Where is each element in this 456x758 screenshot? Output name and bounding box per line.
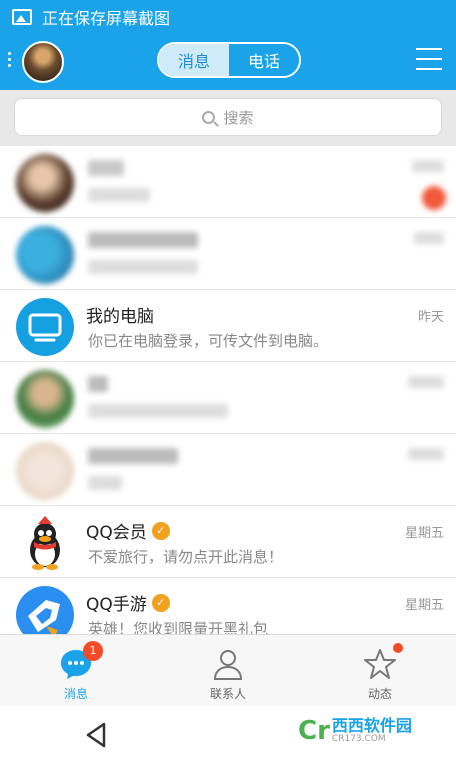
- watermark-text: 西西软件园: [331, 715, 412, 735]
- person-icon: [211, 647, 245, 681]
- new-activity-dot: [393, 643, 403, 653]
- message-time: 星期五: [404, 598, 444, 613]
- conversation-row[interactable]: [0, 362, 456, 434]
- contact-name-text: QQ手游: [86, 595, 147, 615]
- my-avatar[interactable]: [22, 41, 64, 83]
- watermark-sub: CR173.COM: [331, 733, 386, 744]
- contact-name: QQ手游 ✓: [86, 590, 170, 615]
- tab-feeds[interactable]: 动态: [304, 635, 456, 706]
- chat-bubble-icon: 1: [59, 641, 103, 681]
- tab-switcher: 消息 电话: [157, 42, 301, 78]
- qq-penguin-avatar: [16, 514, 74, 572]
- qq-games-avatar: [16, 586, 74, 634]
- monitor-icon: [28, 313, 62, 342]
- tab-label: 消息: [63, 687, 88, 701]
- conversation-row[interactable]: [0, 146, 456, 218]
- bottom-tab-bar: 1 消息 联系人 动态: [0, 634, 456, 706]
- unread-badge: [422, 186, 446, 210]
- contact-avatar: [16, 298, 74, 356]
- hamburger-icon[interactable]: [416, 48, 442, 70]
- tab-label: 动态: [367, 687, 392, 701]
- contact-name: QQ会员 ✓: [86, 518, 170, 543]
- search-input[interactable]: 搜索: [14, 98, 442, 136]
- system-nav-bar: Cr 西西软件园 CR173.COM: [0, 706, 456, 758]
- conversation-row[interactable]: [0, 218, 456, 290]
- image-icon: [12, 9, 32, 25]
- conversation-row-qq-vip[interactable]: QQ会员 ✓ 不爱旅行，请勿点开此消息！ 星期五: [0, 506, 456, 578]
- tab-calls[interactable]: 电话: [229, 44, 299, 76]
- status-text: 正在保存屏幕截图: [42, 9, 171, 28]
- contact-avatar: [16, 226, 74, 284]
- search-area: 搜索: [0, 90, 456, 146]
- contact-avatar: [16, 370, 74, 428]
- watermark-logo: Cr 西西软件园 CR173.COM: [298, 715, 412, 746]
- last-message: 英雄！您收到限量开黑礼包: [88, 620, 269, 634]
- conversation-list: 我的电脑 你已在电脑登录，可传文件到电脑。 昨天 QQ会员 ✓ 不爱旅行，请勿点…: [0, 146, 456, 634]
- conversation-row-my-computer[interactable]: 我的电脑 你已在电脑登录，可传文件到电脑。 昨天: [0, 290, 456, 362]
- contact-name: 我的电脑: [86, 307, 154, 327]
- verified-badge-icon: ✓: [151, 521, 170, 540]
- back-icon[interactable]: [84, 722, 108, 748]
- verified-badge-icon: ✓: [151, 593, 170, 612]
- contact-name-text: QQ会员: [86, 523, 147, 543]
- contact-avatar: [16, 154, 74, 212]
- tab-contacts[interactable]: 联系人: [152, 635, 304, 706]
- tab-messages-bottom[interactable]: 1 消息: [0, 635, 152, 706]
- unread-count-badge: 1: [83, 641, 103, 661]
- search-icon: [202, 110, 216, 124]
- top-header: 消息 电话: [0, 34, 456, 90]
- conversation-row[interactable]: [0, 434, 456, 506]
- tab-label: 联系人: [209, 687, 246, 701]
- contact-avatar: [16, 442, 74, 500]
- last-message: 你已在电脑登录，可传文件到电脑。: [88, 332, 329, 350]
- last-message: 不爱旅行，请勿点开此消息！: [88, 548, 284, 566]
- message-time: 昨天: [417, 310, 444, 325]
- status-bar: 正在保存屏幕截图: [0, 0, 456, 34]
- tab-messages[interactable]: 消息: [159, 44, 229, 76]
- message-time: 星期五: [404, 526, 444, 541]
- drawer-indicator-icon: [8, 52, 12, 67]
- search-placeholder: 搜索: [223, 108, 254, 127]
- star-icon: [363, 643, 403, 681]
- conversation-row-qq-games[interactable]: QQ手游 ✓ 英雄！您收到限量开黑礼包 星期五: [0, 578, 456, 634]
